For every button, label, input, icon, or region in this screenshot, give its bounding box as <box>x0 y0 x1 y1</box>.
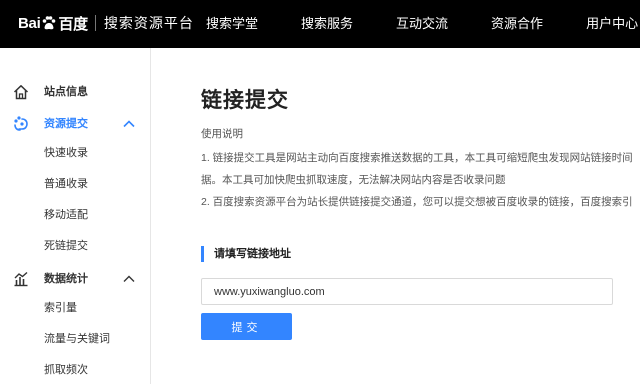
paw-link-icon <box>14 116 28 131</box>
sidebar-item-index-volume[interactable]: 索引量 <box>44 300 77 316</box>
sidebar: 站点信息 资源提交 快速收录 普通收录 移动适配 死链提交 数据统计 索引量 流… <box>0 48 151 384</box>
nav-item-search-services[interactable]: 搜索服务 <box>301 0 353 48</box>
logo-du-text: 百度 <box>58 15 88 33</box>
chevron-up-icon <box>123 120 135 128</box>
usage-line: 2. 百度搜索资源平台为站长提供链接提交通道，您可以提交想被百度收录的链接，百度… <box>201 196 633 208</box>
sidebar-item-normal-index[interactable]: 普通收录 <box>44 176 88 192</box>
sidebar-item-dead-link[interactable]: 死链提交 <box>44 238 88 254</box>
nav-item-interaction[interactable]: 互动交流 <box>396 0 448 48</box>
sidebar-item-traffic-keywords[interactable]: 流量与关键词 <box>44 331 110 347</box>
url-section-label: 请填写链接地址 <box>201 246 291 262</box>
sidebar-item-quick-index[interactable]: 快速收录 <box>44 145 88 161</box>
submit-button[interactable]: 提交 <box>201 313 292 340</box>
sidebar-item-mobile-adapt[interactable]: 移动适配 <box>44 207 88 223</box>
sidebar-group-data-stats[interactable]: 数据统计 <box>0 269 150 289</box>
usage-line: 1. 链接提交工具是网站主动向百度搜索推送数据的工具，本工具可缩短爬虫发现网站链… <box>201 152 633 164</box>
paw-icon <box>43 16 56 30</box>
chevron-up-icon <box>123 275 135 282</box>
sidebar-group-label: 数据统计 <box>44 273 88 285</box>
logo-bai-text: Bai <box>18 14 41 32</box>
logo-subtitle: 搜索资源平台 <box>103 15 194 31</box>
usage-line: 据。本工具可加快爬虫抓取速度，无法解决网站内容是否收录问题 <box>201 174 506 186</box>
page-title: 链接提交 <box>201 89 289 112</box>
sidebar-group-label: 资源提交 <box>44 118 88 130</box>
sidebar-group-resource-submit[interactable]: 资源提交 <box>0 114 150 134</box>
baidu-logo[interactable]: Bai 百度 搜索资源平台 <box>18 10 194 36</box>
home-icon <box>13 85 29 100</box>
usage-title: 使用说明 <box>201 128 243 140</box>
main-content: 链接提交 使用说明 1. 链接提交工具是网站主动向百度搜索推送数据的工具，本工具… <box>152 48 640 384</box>
main-nav: 搜索学堂 搜索服务 互动交流 资源合作 用户中心 <box>206 0 640 48</box>
nav-item-user-center[interactable]: 用户中心 <box>586 0 638 48</box>
top-navbar: Bai 百度 搜索资源平台 搜索学堂 搜索服务 互动交流 资源合作 用户中心 <box>0 0 640 48</box>
logo-divider <box>94 15 96 31</box>
sidebar-item-crawl-frequency[interactable]: 抓取频次 <box>44 362 88 378</box>
nav-item-resource-cooperation[interactable]: 资源合作 <box>491 0 543 48</box>
url-input[interactable] <box>201 278 613 305</box>
nav-item-search-academy[interactable]: 搜索学堂 <box>206 0 258 48</box>
sidebar-item-site-info[interactable]: 站点信息 <box>0 82 150 102</box>
sidebar-item-label: 站点信息 <box>44 86 88 98</box>
bar-chart-icon <box>14 271 28 287</box>
